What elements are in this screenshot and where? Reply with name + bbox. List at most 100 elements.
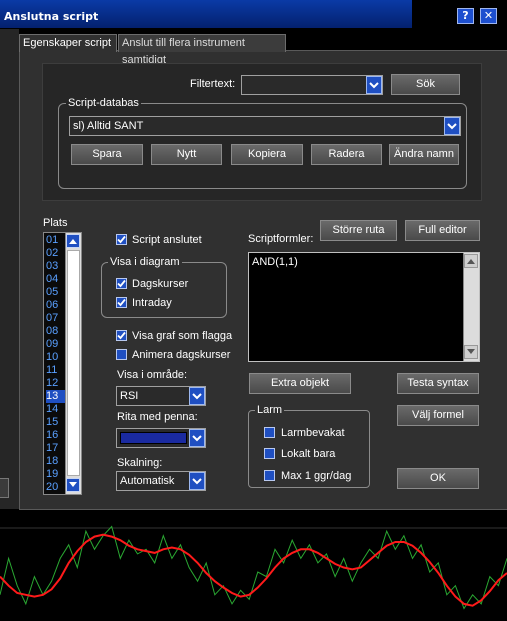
plats-item[interactable]: 18 (46, 455, 66, 468)
full-editor-button[interactable]: Full editor (405, 220, 480, 241)
plats-list[interactable]: 01 02 03 04 05 06 07 08 09 10 11 12 13 14 15 16 17 18 19 20 (43, 232, 82, 495)
plats-item[interactable]: 02 (46, 247, 66, 260)
ok-button[interactable]: OK (397, 468, 479, 489)
visa-i-omrade-value: RSI (120, 390, 139, 402)
plats-item[interactable]: 03 (46, 260, 66, 273)
pen-color-swatch (120, 432, 187, 444)
check-icon (117, 298, 126, 307)
plats-item[interactable]: 11 (46, 364, 66, 377)
plats-item[interactable]: 10 (46, 351, 66, 364)
filter-dropdown-button[interactable] (366, 76, 382, 94)
plats-item[interactable]: 12 (46, 377, 66, 390)
dagskurser-checkbox[interactable] (116, 278, 127, 289)
larger-box-button[interactable]: Större ruta (320, 220, 397, 241)
visa-graf-checkbox[interactable] (116, 330, 127, 341)
chevron-down-icon (192, 477, 202, 484)
window-title: Anslutna script (4, 10, 99, 23)
scroll-down-button[interactable] (66, 478, 80, 492)
skalning-value: Automatisk (120, 475, 175, 487)
max-per-dag-label: Max 1 ggr/dag (281, 470, 352, 482)
script-select-dropdown-button[interactable] (444, 117, 460, 135)
dagskurser-label: Dagskurser (132, 278, 189, 290)
animera-label: Animera dagskurser (132, 349, 231, 361)
plats-item[interactable]: 04 (46, 273, 66, 286)
plats-item[interactable]: 09 (46, 338, 66, 351)
script-formula-text[interactable]: AND(1,1) (252, 256, 298, 268)
plats-item[interactable]: 06 (46, 299, 66, 312)
plats-item[interactable]: 01 (46, 234, 66, 247)
extra-objekt-button[interactable]: Extra objekt (249, 373, 351, 394)
lokalt-bara-checkbox[interactable] (264, 448, 275, 459)
scriptformler-label: Scriptformler: (248, 233, 314, 245)
tab-egenskaper-script[interactable]: Egenskaper script (19, 34, 117, 52)
copy-button[interactable]: Kopiera (231, 144, 303, 165)
lokalt-bara-label: Lokalt bara (281, 448, 336, 460)
filter-label: Filtertext: (190, 78, 236, 90)
plats-item[interactable]: 07 (46, 312, 66, 325)
rename-button[interactable]: Ändra namn (389, 144, 459, 165)
animera-checkbox[interactable] (116, 349, 127, 360)
testa-syntax-button[interactable]: Testa syntax (397, 373, 479, 394)
intraday-checkbox[interactable] (116, 297, 127, 308)
plats-item[interactable]: 08 (46, 325, 66, 338)
editor-scroll-up-button[interactable] (464, 254, 478, 268)
plats-item[interactable]: 14 (46, 403, 66, 416)
close-icon: ✕ (483, 9, 494, 22)
chevron-down-icon (467, 349, 475, 354)
plats-item[interactable]: 20 (46, 481, 66, 494)
valj-formel-button[interactable]: Välj formel (397, 405, 479, 426)
new-button[interactable]: Nytt (151, 144, 222, 165)
alarm-title: Larm (255, 404, 285, 416)
pen-color-dropdown-button[interactable] (189, 429, 205, 447)
skalning-label: Skalning: (117, 457, 163, 469)
series-line-green (0, 525, 507, 610)
intraday-label: Intraday (132, 297, 172, 309)
plats-label: Plats (43, 217, 68, 229)
skalning-dropdown-button[interactable] (189, 472, 205, 490)
check-icon (117, 235, 126, 244)
tab-anslut-flera[interactable]: Anslut till flera instrument samtidigt (118, 34, 286, 66)
indicator-chart (0, 525, 507, 610)
help-button[interactable]: ? (457, 8, 474, 24)
plats-item[interactable]: 17 (46, 442, 66, 455)
check-icon (117, 331, 126, 340)
max-per-dag-checkbox[interactable] (264, 470, 275, 481)
editor-scroll-down-button[interactable] (464, 345, 478, 359)
plats-item[interactable]: 19 (46, 468, 66, 481)
close-button[interactable]: ✕ (480, 8, 497, 24)
visa-i-diagram-title: Visa i diagram (108, 256, 182, 268)
plats-item[interactable]: 13 (46, 390, 66, 403)
visa-i-omrade-dropdown-button[interactable] (189, 387, 205, 405)
plats-item[interactable]: 15 (46, 416, 66, 429)
chevron-down-icon (192, 434, 202, 441)
chevron-down-icon (369, 81, 379, 88)
script-database-title: Script-databas (66, 97, 141, 109)
larmbevakat-checkbox[interactable] (264, 427, 275, 438)
chevron-down-icon (69, 482, 77, 487)
chevron-up-icon (467, 259, 475, 264)
script-anslutet-checkbox[interactable] (116, 234, 127, 245)
delete-button[interactable]: Radera (311, 144, 382, 165)
visa-i-diagram-group (101, 262, 227, 318)
script-editor[interactable]: AND(1,1) (248, 252, 480, 362)
save-button[interactable]: Spara (71, 144, 143, 165)
tab-label: Egenskaper script (23, 37, 112, 49)
plats-item[interactable]: 16 (46, 429, 66, 442)
plats-item[interactable]: 05 (46, 286, 66, 299)
visa-graf-label: Visa graf som flagga (132, 330, 233, 342)
visa-i-omrade-label: Visa i område: (117, 369, 188, 381)
background-window (0, 29, 19, 509)
search-button[interactable]: Sök (391, 74, 460, 95)
script-select[interactable]: sl) Alltid SANT (69, 116, 461, 136)
check-icon (117, 279, 126, 288)
larmbevakat-label: Larmbevakat (281, 427, 345, 439)
filter-input[interactable] (241, 75, 383, 95)
chevron-down-icon (192, 392, 202, 399)
script-anslutet-label: Script anslutet (132, 234, 202, 246)
script-select-value: sl) Alltid SANT (73, 120, 144, 132)
rita-med-penna-label: Rita med penna: (117, 411, 198, 423)
scroll-thumb[interactable] (67, 250, 80, 476)
scroll-up-button[interactable] (66, 234, 80, 248)
chevron-down-icon (447, 122, 457, 129)
help-icon: ? (462, 9, 469, 22)
